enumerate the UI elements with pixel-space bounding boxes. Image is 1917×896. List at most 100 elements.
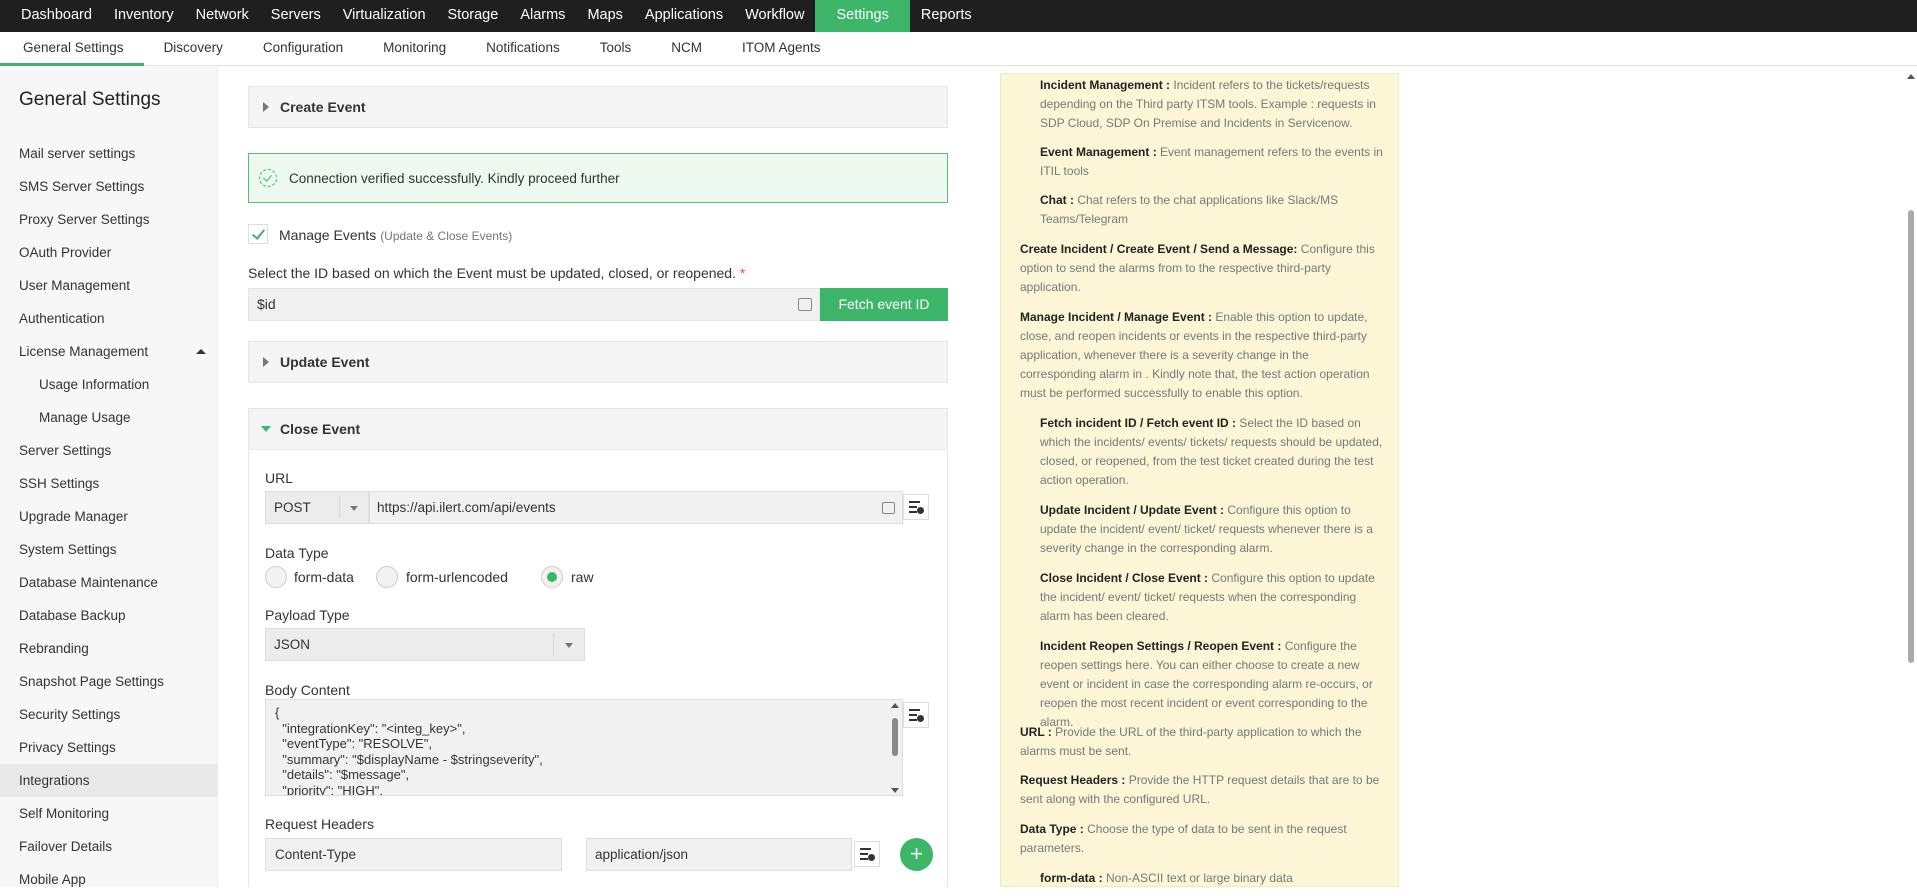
header-key-input[interactable]: Content-Type <box>265 838 562 871</box>
method-select[interactable]: POST <box>265 491 369 524</box>
sidebar-item-self-monitoring[interactable]: Self Monitoring <box>0 797 218 830</box>
nav-alarms[interactable]: Alarms <box>509 0 576 32</box>
sidebar-item-proxy-server[interactable]: Proxy Server Settings <box>0 203 218 236</box>
nav-applications[interactable]: Applications <box>634 0 734 32</box>
sidebar-item-mobile-app[interactable]: Mobile App <box>0 863 218 896</box>
page-scrollbar[interactable] <box>1905 70 1917 887</box>
tab-itom-agents[interactable]: ITOM Agents <box>722 32 841 66</box>
help-item-reopen: Incident Reopen Settings / Reopen Event … <box>1040 637 1385 732</box>
radio-raw[interactable] <box>541 566 563 588</box>
nav-dashboard[interactable]: Dashboard <box>0 0 103 32</box>
url-options-button[interactable] <box>903 494 929 520</box>
sidebar-item-license-management[interactable]: License Management <box>0 335 218 368</box>
manage-events-label: Manage Events (Update & Close Events) <box>279 227 512 243</box>
body-scrollbar[interactable] <box>889 701 903 795</box>
sidebar-item-system-settings[interactable]: System Settings <box>0 533 218 566</box>
help-desc: Non-ASCII text or large binary data <box>1106 871 1293 885</box>
method-value: POST <box>274 500 311 515</box>
sidebar-item-database-backup[interactable]: Database Backup <box>0 599 218 632</box>
sidebar-item-authentication[interactable]: Authentication <box>0 302 218 335</box>
help-item-update-incident: Update Incident / Update Event : Configu… <box>1040 501 1385 558</box>
sidebar-item-integrations[interactable]: Integrations <box>0 764 218 797</box>
nav-inventory[interactable]: Inventory <box>103 0 185 32</box>
sidebar-item-ssh-settings[interactable]: SSH Settings <box>0 467 218 500</box>
body-options-button[interactable] <box>903 702 929 728</box>
nav-settings[interactable]: Settings <box>815 0 910 32</box>
tab-general-settings[interactable]: General Settings <box>0 32 144 66</box>
radio-form-urlencoded[interactable] <box>376 566 398 588</box>
sidebar-item-failover-details[interactable]: Failover Details <box>0 830 218 863</box>
tab-notifications[interactable]: Notifications <box>466 32 580 66</box>
header-options-button[interactable] <box>854 841 880 867</box>
sidebar-item-privacy-settings[interactable]: Privacy Settings <box>0 731 218 764</box>
panel-title: Close Event <box>280 421 361 437</box>
help-term: Event Management : <box>1040 145 1157 159</box>
nav-storage[interactable]: Storage <box>437 0 510 32</box>
help-term: Manage Incident / Manage Event : <box>1020 310 1213 324</box>
nav-reports[interactable]: Reports <box>910 0 983 32</box>
payload-type-select[interactable]: JSON <box>265 628 585 661</box>
nav-virtualization[interactable]: Virtualization <box>332 0 437 32</box>
help-term: Close Incident / Close Event : <box>1040 571 1209 585</box>
help-desc: Provide the URL of the third-party appli… <box>1020 725 1362 758</box>
tab-discovery[interactable]: Discovery <box>144 32 243 66</box>
nav-servers[interactable]: Servers <box>260 0 332 32</box>
radio-form-data[interactable] <box>265 566 287 588</box>
header-value-input[interactable]: application/json <box>586 838 852 871</box>
success-banner: Connection verified successfully. Kindly… <box>248 153 948 203</box>
help-item-event-management: Event Management : Event management refe… <box>1040 143 1385 181</box>
tab-monitoring[interactable]: Monitoring <box>363 32 466 66</box>
code-line: "summary": "$displayName - $stringseveri… <box>275 751 543 767</box>
fetch-event-id-button[interactable]: Fetch event ID <box>820 288 948 321</box>
help-term: Chat : <box>1040 193 1074 207</box>
sidebar-item-label: License Management <box>19 344 149 359</box>
manage-events-text: Manage Events <box>279 227 377 243</box>
sidebar-item-database-maintenance[interactable]: Database Maintenance <box>0 566 218 599</box>
update-event-panel[interactable]: Update Event <box>248 341 948 383</box>
variable-icon[interactable] <box>798 298 812 311</box>
panel-title: Create Event <box>280 99 366 115</box>
caret-down-icon <box>261 426 271 432</box>
add-header-button[interactable]: + <box>900 838 933 871</box>
close-event-panel[interactable]: Close Event <box>248 408 948 450</box>
manage-events-checkbox[interactable] <box>248 224 268 244</box>
scroll-up-icon[interactable] <box>1907 74 1915 79</box>
event-id-input[interactable]: $id <box>248 288 820 321</box>
url-input[interactable]: https://api.ilert.com/api/events <box>369 491 903 524</box>
create-event-panel[interactable]: Create Event <box>248 86 948 128</box>
scroll-thumb[interactable] <box>892 718 898 756</box>
sidebar-item-upgrade-manager[interactable]: Upgrade Manager <box>0 500 218 533</box>
tab-ncm[interactable]: NCM <box>651 32 722 66</box>
top-nav: Dashboard Inventory Network Servers Virt… <box>0 0 1917 32</box>
menu-lines-icon <box>860 848 871 850</box>
sidebar-item-server-settings[interactable]: Server Settings <box>0 434 218 467</box>
sidebar-item-security-settings[interactable]: Security Settings <box>0 698 218 731</box>
caret-up-icon[interactable] <box>196 349 206 354</box>
sidebar-list: Mail server settings SMS Server Settings… <box>0 137 218 896</box>
sidebar-item-mail-server[interactable]: Mail server settings <box>0 137 218 170</box>
scroll-up-icon[interactable] <box>891 703 899 708</box>
sidebar-item-sms-server[interactable]: SMS Server Settings <box>0 170 218 203</box>
sidebar-item-manage-usage[interactable]: Manage Usage <box>0 401 218 434</box>
body-content-textarea[interactable]: { "integrationKey": "<integ_key>", "even… <box>265 699 903 796</box>
help-panel: Incident Management : Incident refers to… <box>1000 73 1399 887</box>
sidebar-item-oauth-provider[interactable]: OAuth Provider <box>0 236 218 269</box>
nav-network[interactable]: Network <box>185 0 260 32</box>
nav-workflow[interactable]: Workflow <box>734 0 815 32</box>
success-message: Connection verified successfully. Kindly… <box>289 171 620 186</box>
tab-tools[interactable]: Tools <box>580 32 652 66</box>
sidebar-item-usage-information[interactable]: Usage Information <box>0 368 218 401</box>
scroll-thumb[interactable] <box>1908 210 1914 663</box>
nav-maps[interactable]: Maps <box>576 0 633 32</box>
tab-configuration[interactable]: Configuration <box>243 32 363 66</box>
help-term: form-data : <box>1040 871 1103 885</box>
payload-type-value: JSON <box>274 637 311 652</box>
sidebar-item-rebranding[interactable]: Rebranding <box>0 632 218 665</box>
sidebar-item-user-management[interactable]: User Management <box>0 269 218 302</box>
url-value: https://api.ilert.com/api/events <box>377 500 556 515</box>
variable-icon[interactable] <box>882 502 895 514</box>
url-label: URL <box>265 470 294 486</box>
scroll-down-icon[interactable] <box>891 788 899 793</box>
help-item-data-type: Data Type : Choose the type of data to b… <box>1020 820 1385 858</box>
sidebar-item-snapshot-page-settings[interactable]: Snapshot Page Settings <box>0 665 218 698</box>
